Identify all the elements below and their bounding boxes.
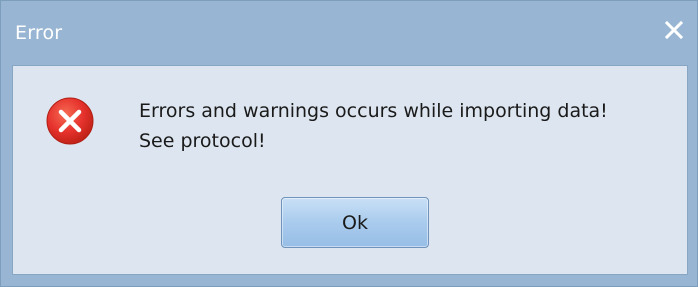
error-icon (45, 96, 95, 146)
error-dialog-window: Error Errors and warnings occurs while i… (0, 0, 698, 287)
dialog-content: Errors and warnings occurs while importi… (12, 65, 688, 275)
error-message: Errors and warnings occurs while importi… (139, 96, 679, 156)
error-message-line-1: Errors and warnings occurs while importi… (139, 100, 608, 122)
error-message-line-2: See protocol! (139, 130, 266, 152)
close-button[interactable] (659, 15, 689, 45)
window-title: Error (15, 22, 63, 44)
close-icon (659, 15, 689, 45)
ok-button[interactable]: Ok (281, 197, 429, 248)
title-bar[interactable]: Error (1, 1, 697, 65)
